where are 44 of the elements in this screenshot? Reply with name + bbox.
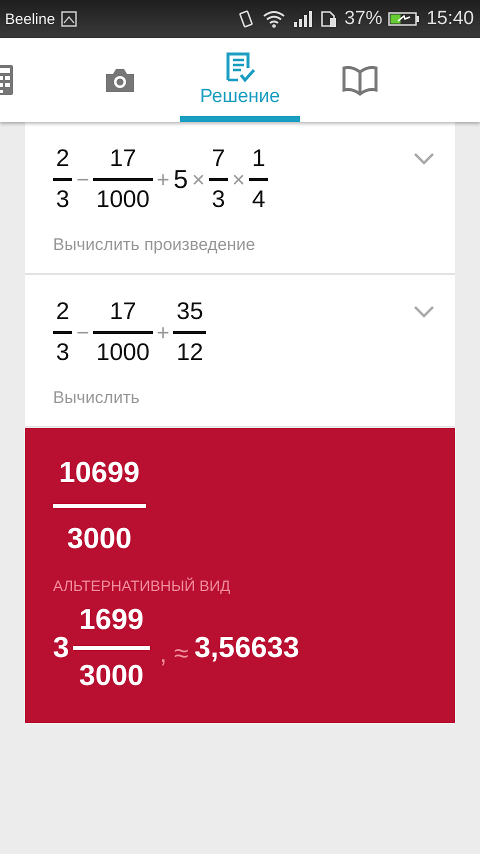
chevron-down-icon[interactable] <box>413 305 435 319</box>
denominator: 1000 <box>95 338 151 368</box>
denominator: 12 <box>175 338 204 368</box>
step-caption: Вычислить <box>53 388 140 408</box>
denominator: 4 <box>251 185 266 215</box>
step-caption: Вычислить произведение <box>53 235 256 255</box>
alternative-form-label: АЛЬТЕРНАТИВНЫЙ ВИД <box>53 578 230 595</box>
numerator: 35 <box>175 297 204 327</box>
operator: + <box>156 166 170 192</box>
image-icon <box>61 11 78 27</box>
denominator: 3000 <box>66 522 133 556</box>
numerator: 7 <box>210 144 226 174</box>
numerator: 2 <box>55 144 70 174</box>
numerator: 2 <box>55 297 70 327</box>
numerator: 17 <box>108 297 138 327</box>
approx-sign: , ≈ <box>160 638 188 668</box>
number: 5 <box>173 164 188 195</box>
numerator: 10699 <box>58 456 141 490</box>
wifi-icon <box>262 10 286 28</box>
denominator: 3 <box>210 185 226 215</box>
operator: × <box>232 166 246 192</box>
operator: − <box>76 166 90 192</box>
operator: × <box>192 166 205 192</box>
numerator: 17 <box>108 144 138 174</box>
camera-icon <box>104 66 136 94</box>
numerator: 1 <box>251 144 266 174</box>
denominator: 1000 <box>95 185 151 215</box>
whole-part: 3 <box>53 632 70 664</box>
battery-percent: 37% <box>344 8 382 30</box>
clock: 15:40 <box>426 8 474 30</box>
sim-alert-icon <box>320 10 338 28</box>
battery-charging-icon <box>388 11 420 27</box>
carrier-name: Beeline <box>5 10 56 28</box>
denominator: 3000 <box>78 659 145 693</box>
decimal-value: 3,56633 <box>194 632 300 664</box>
chevron-down-icon[interactable] <box>413 152 435 166</box>
numerator: 1699 <box>78 603 145 637</box>
book-icon <box>342 64 378 96</box>
operator: + <box>156 320 170 346</box>
denominator: 3 <box>55 185 70 215</box>
signal-icon <box>292 10 314 28</box>
checklist-icon <box>224 52 256 84</box>
operator: − <box>76 320 90 346</box>
denominator: 3 <box>55 338 70 368</box>
